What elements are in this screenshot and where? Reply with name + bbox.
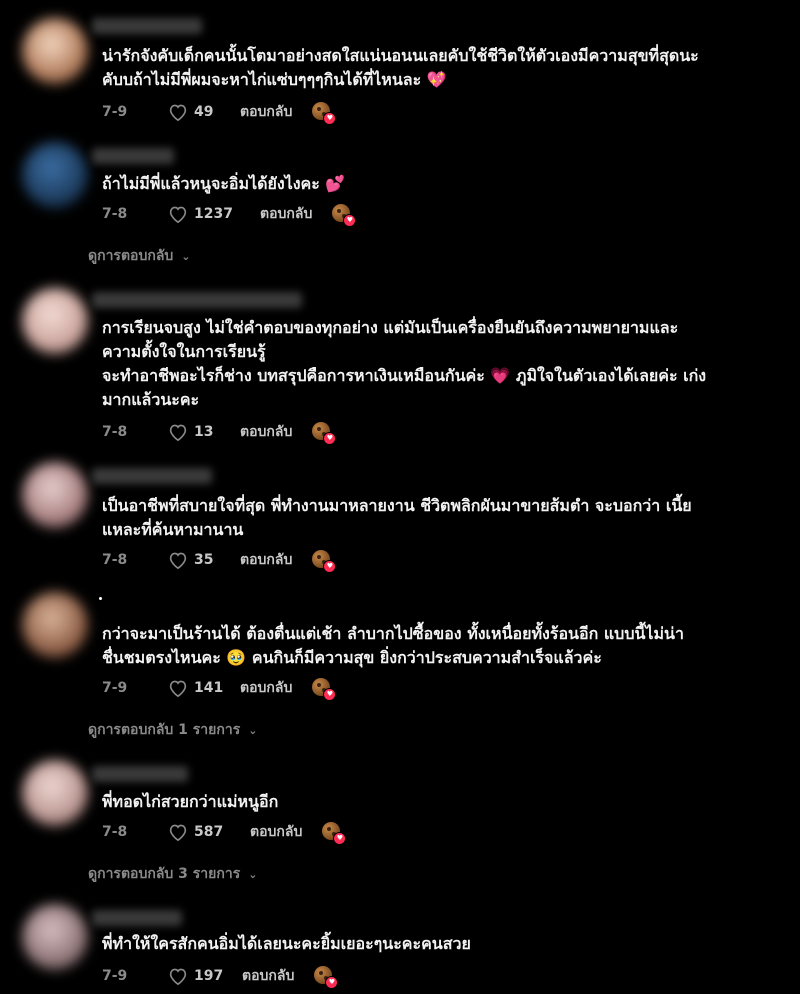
like-count: 141	[194, 680, 224, 696]
comment-text: น่ารักจังคับเด็กคนนั้นโตมาอย่างสดใสแน่นอ…	[102, 46, 699, 89]
view-replies-label: ดูการตอบกลับ	[88, 248, 174, 264]
avatar[interactable]	[22, 904, 88, 970]
view-replies-button[interactable]: ดูการตอบกลับ 3 รายการ ⌄	[88, 864, 257, 884]
like-button[interactable]: 49	[168, 103, 240, 121]
comment-meta: 7-9 141 ตอบกลับ ♥	[102, 676, 337, 701]
creator-liked-icon: ♥	[314, 965, 339, 989]
comment-date: 7-8	[102, 552, 128, 568]
view-replies-label: ดูการตอบกลับ 1 รายการ	[88, 722, 241, 738]
heart-icon	[169, 206, 187, 223]
comment-text: เป็นอาชีพที่สบายใจที่สุด พี่ทำงานมาหลายง…	[102, 496, 692, 539]
username-blurred[interactable]	[92, 766, 188, 782]
comment-text: กว่าจะมาเป็นร้านได้ ต้องตื่นแต่เช้า ลำบา…	[102, 624, 684, 667]
chevron-down-icon: ⌄	[248, 867, 258, 881]
decorative-dot	[99, 597, 102, 600]
reply-button[interactable]: ตอบกลับ	[242, 965, 294, 987]
creator-liked-icon: ♥	[312, 549, 337, 573]
chevron-down-icon: ⌄	[181, 249, 191, 263]
creator-liked-icon: ♥	[322, 821, 347, 845]
reply-button[interactable]: ตอบกลับ	[240, 549, 292, 571]
comment-text: การเรียนจบสูง ไม่ใช่คำตอบของทุกอย่าง แต่…	[102, 318, 707, 409]
heart-icon	[169, 424, 187, 441]
reply-button[interactable]: ตอบกลับ	[260, 203, 312, 225]
comment-date: 7-9	[102, 680, 128, 696]
view-replies-button[interactable]: ดูการตอบกลับ 1 รายการ ⌄	[88, 720, 257, 740]
like-count: 197	[194, 968, 224, 984]
comment-date: 7-9	[102, 968, 128, 984]
creator-liked-icon: ♥	[312, 101, 337, 125]
avatar[interactable]	[22, 760, 88, 826]
username-blurred[interactable]	[92, 910, 182, 926]
username-blurred[interactable]	[92, 148, 174, 164]
reply-button[interactable]: ตอบกลับ	[240, 677, 292, 699]
like-count: 49	[194, 104, 214, 120]
like-button[interactable]: 13	[168, 423, 240, 441]
like-button[interactable]: 197	[168, 967, 242, 985]
avatar[interactable]	[22, 142, 88, 208]
avatar[interactable]	[22, 18, 88, 84]
comment-meta: 7-8 13 ตอบกลับ ♥	[102, 420, 337, 445]
comment-text: พี่ทอดไก่สวยกว่าแม่หนูอีก	[102, 792, 279, 811]
heart-icon	[169, 824, 187, 841]
username-blurred[interactable]	[92, 468, 212, 484]
reply-button[interactable]: ตอบกลับ	[240, 101, 292, 123]
like-button[interactable]: 587	[168, 823, 250, 841]
comment-date: 7-9	[102, 104, 128, 120]
avatar[interactable]	[22, 462, 88, 528]
like-count: 587	[194, 824, 224, 840]
heart-icon	[169, 104, 187, 121]
username-blurred[interactable]	[92, 18, 202, 34]
comment-meta: 7-9 49 ตอบกลับ ♥	[102, 100, 337, 125]
creator-liked-icon: ♥	[312, 421, 337, 445]
username-blurred[interactable]	[92, 292, 302, 308]
like-count: 1237	[194, 206, 233, 222]
heart-icon	[169, 968, 187, 985]
like-button[interactable]: 141	[168, 679, 240, 697]
comment-date: 7-8	[102, 424, 128, 440]
like-button[interactable]: 35	[168, 551, 240, 569]
like-button[interactable]: 1237	[168, 205, 260, 223]
avatar[interactable]	[22, 592, 88, 658]
comment-meta: 7-8 1237 ตอบกลับ ♥	[102, 202, 357, 227]
comment-text: ถ้าไม่มีพี่แล้วหนูจะอิ่มได้ยังไงคะ 💕	[102, 174, 346, 193]
comment-meta: 7-9 197 ตอบกลับ ♥	[102, 964, 339, 989]
like-count: 13	[194, 424, 214, 440]
comment-text: พี่ทำให้ใครสักคนอิ่มได้เลยนะคะยิ้มเยอะๆน…	[102, 934, 471, 953]
heart-icon	[169, 680, 187, 697]
comment-date: 7-8	[102, 206, 128, 222]
comment-meta: 7-8 35 ตอบกลับ ♥	[102, 548, 337, 573]
like-count: 35	[194, 552, 214, 568]
creator-liked-icon: ♥	[332, 203, 357, 227]
comment-meta: 7-8 587 ตอบกลับ ♥	[102, 820, 347, 845]
view-replies-button[interactable]: ดูการตอบกลับ ⌄	[88, 246, 191, 266]
chevron-down-icon: ⌄	[248, 723, 258, 737]
comment-date: 7-8	[102, 824, 128, 840]
reply-button[interactable]: ตอบกลับ	[250, 821, 302, 843]
creator-liked-icon: ♥	[312, 677, 337, 701]
view-replies-label: ดูการตอบกลับ 3 รายการ	[88, 866, 241, 882]
reply-button[interactable]: ตอบกลับ	[240, 421, 292, 443]
avatar[interactable]	[22, 288, 88, 354]
heart-icon	[169, 552, 187, 569]
